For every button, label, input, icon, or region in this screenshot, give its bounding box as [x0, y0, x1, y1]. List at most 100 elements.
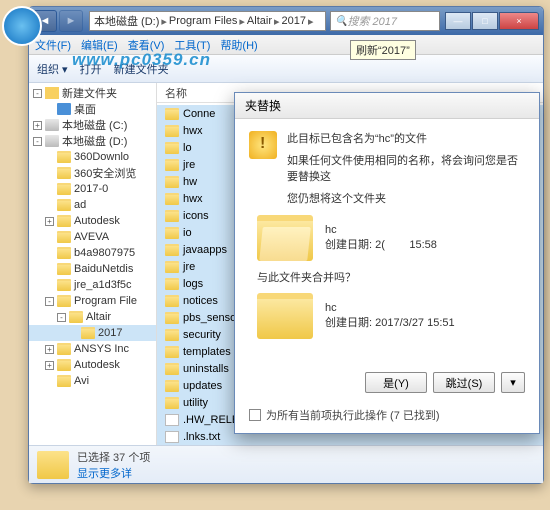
item-label: updates — [183, 380, 222, 392]
folder-icon — [165, 159, 179, 171]
item-label: notices — [183, 295, 218, 307]
target-folder-name: hc — [325, 301, 455, 316]
tree-node[interactable]: +Autodesk — [29, 213, 156, 229]
close-button[interactable]: × — [499, 12, 539, 30]
status-more[interactable]: 显示更多详 — [77, 465, 150, 481]
dialog-title[interactable]: 夹替换 — [235, 93, 539, 119]
crumb[interactable]: Altair — [247, 15, 272, 27]
source-folder-icon — [257, 215, 313, 261]
expand-icon[interactable]: + — [45, 361, 54, 370]
expand-icon[interactable]: + — [45, 345, 54, 354]
tree-label: 2017 — [98, 327, 122, 339]
folder-icon — [165, 363, 179, 375]
organize-button[interactable]: 组织 ▾ — [37, 61, 68, 77]
maximize-button[interactable]: □ — [472, 12, 498, 30]
folder-icon — [165, 261, 179, 273]
tree-node[interactable]: +本地磁盘 (C:) — [29, 117, 156, 133]
tree-node[interactable]: 360Downlo — [29, 149, 156, 165]
item-label: hwx — [183, 193, 203, 205]
tree-node[interactable]: 360安全浏览 — [29, 165, 156, 181]
tree-label: 360Downlo — [74, 151, 129, 163]
folder-icon — [57, 359, 71, 371]
expand-icon[interactable]: + — [33, 121, 42, 130]
menu-help[interactable]: 帮助(H) — [220, 37, 257, 53]
folder-icon — [57, 167, 71, 179]
tree-node[interactable]: b4a9807975 — [29, 245, 156, 261]
watermark-text: www.pc0359.cn — [72, 50, 211, 70]
expand-icon[interactable]: - — [45, 297, 54, 306]
item-label: hwx — [183, 125, 203, 137]
item-label: pbs_sensor — [183, 312, 240, 324]
minimize-button[interactable]: ― — [445, 12, 471, 30]
item-label: jre — [183, 159, 195, 171]
folder-icon — [165, 210, 179, 222]
folder-icon — [165, 278, 179, 290]
search-input[interactable]: 🔍 搜索 2017 — [330, 11, 440, 31]
target-folder-icon — [257, 293, 313, 339]
folder-icon — [165, 312, 179, 324]
item-label: security — [183, 329, 221, 341]
tree-node[interactable]: Avi — [29, 373, 156, 389]
crumb[interactable]: 2017 — [282, 15, 306, 27]
item-label: javaapps — [183, 244, 227, 256]
tree-node[interactable]: 2017 — [29, 325, 156, 341]
folder-icon — [57, 247, 71, 259]
drive-icon — [45, 135, 59, 147]
tree-label: AVEVA — [74, 231, 109, 243]
crumb[interactable]: Program Files — [169, 15, 237, 27]
folder-icon — [165, 125, 179, 137]
tree-node[interactable]: + Autodesk — [29, 357, 156, 373]
folder-icon — [81, 327, 95, 339]
folder-icon — [57, 183, 71, 195]
tree-node[interactable]: ad — [29, 197, 156, 213]
folder-icon — [57, 199, 71, 211]
file-icon — [165, 414, 179, 426]
tree-node[interactable]: +ANSYS Inc — [29, 341, 156, 357]
tree-label: Autodesk — [74, 359, 120, 371]
menu-file[interactable]: 文件(F) — [35, 37, 71, 53]
folder-icon — [165, 244, 179, 256]
expand-icon[interactable]: - — [33, 89, 42, 98]
tree-node[interactable]: -新建文件夹 — [29, 85, 156, 101]
item-label: utility — [183, 397, 208, 409]
folder-icon — [165, 346, 179, 358]
expand-icon[interactable]: + — [45, 217, 54, 226]
tree-label: b4a9807975 — [74, 247, 135, 259]
skip-button[interactable]: 跳过(S) — [433, 372, 495, 393]
item-label: icons — [183, 210, 209, 222]
tree-node[interactable]: - Altair — [29, 309, 156, 325]
folder-icon — [165, 329, 179, 341]
folder-icon — [165, 108, 179, 120]
crumb[interactable]: 本地磁盘 (D:) — [94, 13, 159, 29]
expand-icon[interactable]: - — [57, 313, 66, 322]
tree-label: 本地磁盘 (D:) — [62, 133, 127, 149]
folder-icon — [57, 295, 71, 307]
target-folder-date: 创建日期: 2017/3/27 15:51 — [325, 316, 455, 331]
item-label: Conne — [183, 108, 215, 120]
source-folder-name: hc — [325, 223, 437, 238]
folder-icon — [57, 231, 71, 243]
item-label: .lnks.txt — [183, 431, 220, 443]
expand-icon[interactable]: - — [33, 137, 42, 146]
status-bar: 已选择 37 个项 显示更多详 — [29, 445, 543, 483]
tree-node[interactable]: 桌面 — [29, 101, 156, 117]
site-logo — [2, 6, 42, 46]
apply-all-checkbox[interactable] — [249, 409, 261, 421]
folder-tree[interactable]: -新建文件夹桌面+本地磁盘 (C:) - 本地磁盘 (D:) 360Downlo 360… — [29, 83, 157, 445]
folder-icon — [57, 215, 71, 227]
tree-label: 桌面 — [74, 101, 96, 117]
titlebar[interactable]: ◄ ► 本地磁盘 (D:)▸ Program Files▸ Altair▸ 20… — [29, 7, 543, 35]
merge-question: 与此文件夹合并吗？ — [257, 269, 525, 285]
tree-node[interactable]: jre_a1d3f5c — [29, 277, 156, 293]
tree-node[interactable]: 2017-0 — [29, 181, 156, 197]
tree-node[interactable]: -Program File — [29, 293, 156, 309]
tree-label: ad — [74, 199, 86, 211]
yes-button[interactable]: 是(Y) — [365, 372, 427, 393]
address-bar[interactable]: 本地磁盘 (D:)▸ Program Files▸ Altair▸ 2017▸ — [89, 11, 326, 31]
tree-node[interactable]: - 本地磁盘 (D:) — [29, 133, 156, 149]
more-button[interactable]: ▾ — [501, 372, 525, 393]
tree-node[interactable]: AVEVA — [29, 229, 156, 245]
tree-label: Altair — [86, 311, 111, 323]
tree-node[interactable]: BaiduNetdis — [29, 261, 156, 277]
folder-icon — [57, 375, 71, 387]
